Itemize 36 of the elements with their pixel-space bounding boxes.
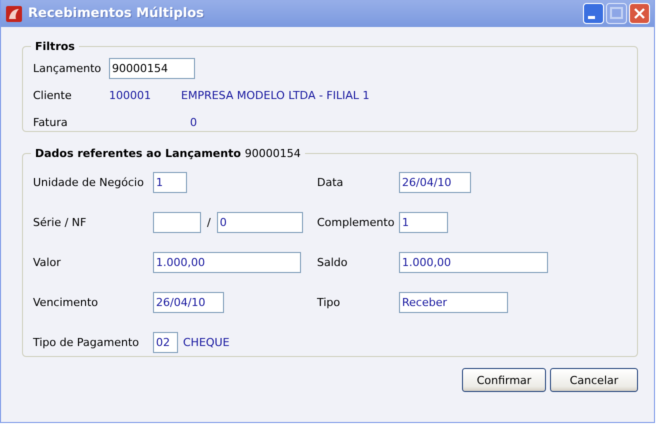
group-title: Dados referentes ao Lançamento 90000154 bbox=[34, 147, 302, 160]
field-label: Tipo bbox=[317, 296, 342, 308]
input-field[interactable]: 90000154 bbox=[109, 58, 195, 79]
input-field[interactable]: 1 bbox=[399, 212, 448, 232]
input-field[interactable]: 02 bbox=[153, 332, 178, 352]
field-label: Saldo bbox=[317, 256, 348, 268]
input-field[interactable]: 1.000,00 bbox=[153, 252, 301, 272]
dialog-button[interactable]: Cancelar bbox=[550, 368, 638, 392]
client-code: 100001 bbox=[109, 89, 152, 102]
input-field[interactable]: 1.000,00 bbox=[399, 252, 548, 272]
client-name: EMPRESA MODELO LTDA - FILIAL 1 bbox=[181, 89, 370, 102]
dialog-button[interactable]: Confirmar bbox=[462, 368, 546, 392]
field-label: Cliente bbox=[33, 89, 73, 102]
field-label: Unidade de Negócio bbox=[33, 176, 145, 188]
close-button[interactable] bbox=[629, 3, 650, 24]
field-label: Lançamento bbox=[33, 62, 102, 75]
input-field[interactable]: 1 bbox=[153, 172, 187, 192]
input-field[interactable]: 0 bbox=[216, 212, 303, 232]
field-label: Tipo de Pagamento bbox=[33, 336, 140, 348]
field-label: Fatura bbox=[33, 116, 69, 129]
field-label: Série / NF bbox=[33, 216, 88, 228]
minimize-button[interactable] bbox=[583, 3, 604, 24]
payment-type-name: CHEQUE bbox=[183, 336, 230, 348]
invoice-value: 0 bbox=[190, 116, 197, 129]
field-label: Complemento bbox=[317, 216, 396, 228]
field-label: Data bbox=[317, 176, 344, 188]
separator: / bbox=[207, 216, 211, 228]
input-field[interactable]: Receber bbox=[399, 292, 508, 312]
field-label: Vencimento bbox=[33, 296, 100, 308]
field-label: Valor bbox=[33, 256, 62, 268]
input-field[interactable]: 26/04/10 bbox=[399, 172, 471, 192]
window-title: Recebimentos Múltiplos bbox=[28, 6, 205, 21]
input-field[interactable] bbox=[153, 212, 201, 232]
app-icon bbox=[6, 6, 22, 22]
group-title: Filtros bbox=[34, 40, 76, 53]
input-field[interactable]: 26/04/10 bbox=[153, 292, 224, 312]
